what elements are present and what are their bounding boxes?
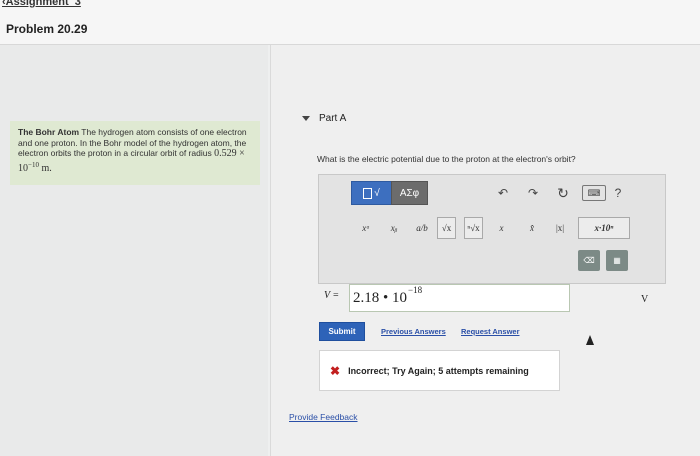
nth-root-button[interactable]: ⁿ√x xyxy=(464,217,483,239)
intro-title: The Bohr Atom xyxy=(18,127,80,137)
previous-answers-link[interactable]: Previous Answers xyxy=(381,327,446,336)
question-text: What is the electric potential due to th… xyxy=(317,154,576,164)
answer-variable-label: V = xyxy=(324,290,340,301)
superscript-button[interactable]: xᵃ xyxy=(352,217,380,239)
intro-radius-unit: m. xyxy=(38,162,52,174)
feedback-status: Incorrect; Try Again; 5 attempts remaini… xyxy=(348,365,529,376)
keyboard-icon[interactable]: ⌨ xyxy=(582,185,606,201)
keypad-icon[interactable]: ▦ xyxy=(606,250,628,271)
submit-button[interactable]: Submit xyxy=(319,322,365,341)
intro-radius-exp: −10 xyxy=(28,160,39,169)
fraction-button[interactable]: a/b xyxy=(408,217,436,239)
answer-input[interactable]: 2.18 • 10 −18 xyxy=(349,284,570,312)
top-bar: ‹Assignment_3 Problem 20.29 xyxy=(0,0,700,45)
mouse-cursor-icon xyxy=(586,335,594,345)
reset-icon[interactable]: ↻ xyxy=(554,184,572,202)
vector-button[interactable]: x⃗ xyxy=(492,217,518,239)
back-to-assignment-link[interactable]: ‹Assignment_3 xyxy=(2,0,81,8)
left-pane xyxy=(0,45,268,456)
request-answer-link[interactable]: Request Answer xyxy=(461,327,520,336)
template-square-icon xyxy=(363,187,373,199)
collapse-caret-icon[interactable] xyxy=(302,116,310,121)
part-label: Part A xyxy=(319,113,347,124)
delete-icon[interactable]: ⌫ xyxy=(578,250,600,271)
scientific-notation-button[interactable]: x·10ⁿ xyxy=(578,217,630,239)
templates-button[interactable]: √ xyxy=(351,181,392,205)
problem-intro: The Bohr Atom The hydrogen atom consists… xyxy=(10,121,260,185)
unit-vector-button[interactable]: x̂ xyxy=(519,217,545,239)
answer-value: 2.18 • 10 xyxy=(353,289,408,306)
x-icon: ✖ xyxy=(330,363,341,378)
templates-label: √ xyxy=(374,187,380,199)
abs-value-button[interactable]: |x| xyxy=(547,217,573,239)
help-icon[interactable]: ? xyxy=(609,184,627,202)
answer-exponent: −18 xyxy=(408,285,423,295)
answer-unit: V xyxy=(641,294,649,305)
sqrt-button[interactable]: √x xyxy=(437,217,456,239)
greek-symbols-button[interactable]: ΑΣφ xyxy=(391,181,428,205)
provide-feedback-link[interactable]: Provide Feedback xyxy=(289,412,358,422)
undo-icon[interactable]: ↶ xyxy=(494,184,512,202)
subscript-button[interactable]: xᵦ xyxy=(380,217,408,239)
feedback-message: ✖ Incorrect; Try Again; 5 attempts remai… xyxy=(319,350,560,391)
problem-title: Problem 20.29 xyxy=(6,22,88,36)
redo-icon[interactable]: ↷ xyxy=(524,184,542,202)
